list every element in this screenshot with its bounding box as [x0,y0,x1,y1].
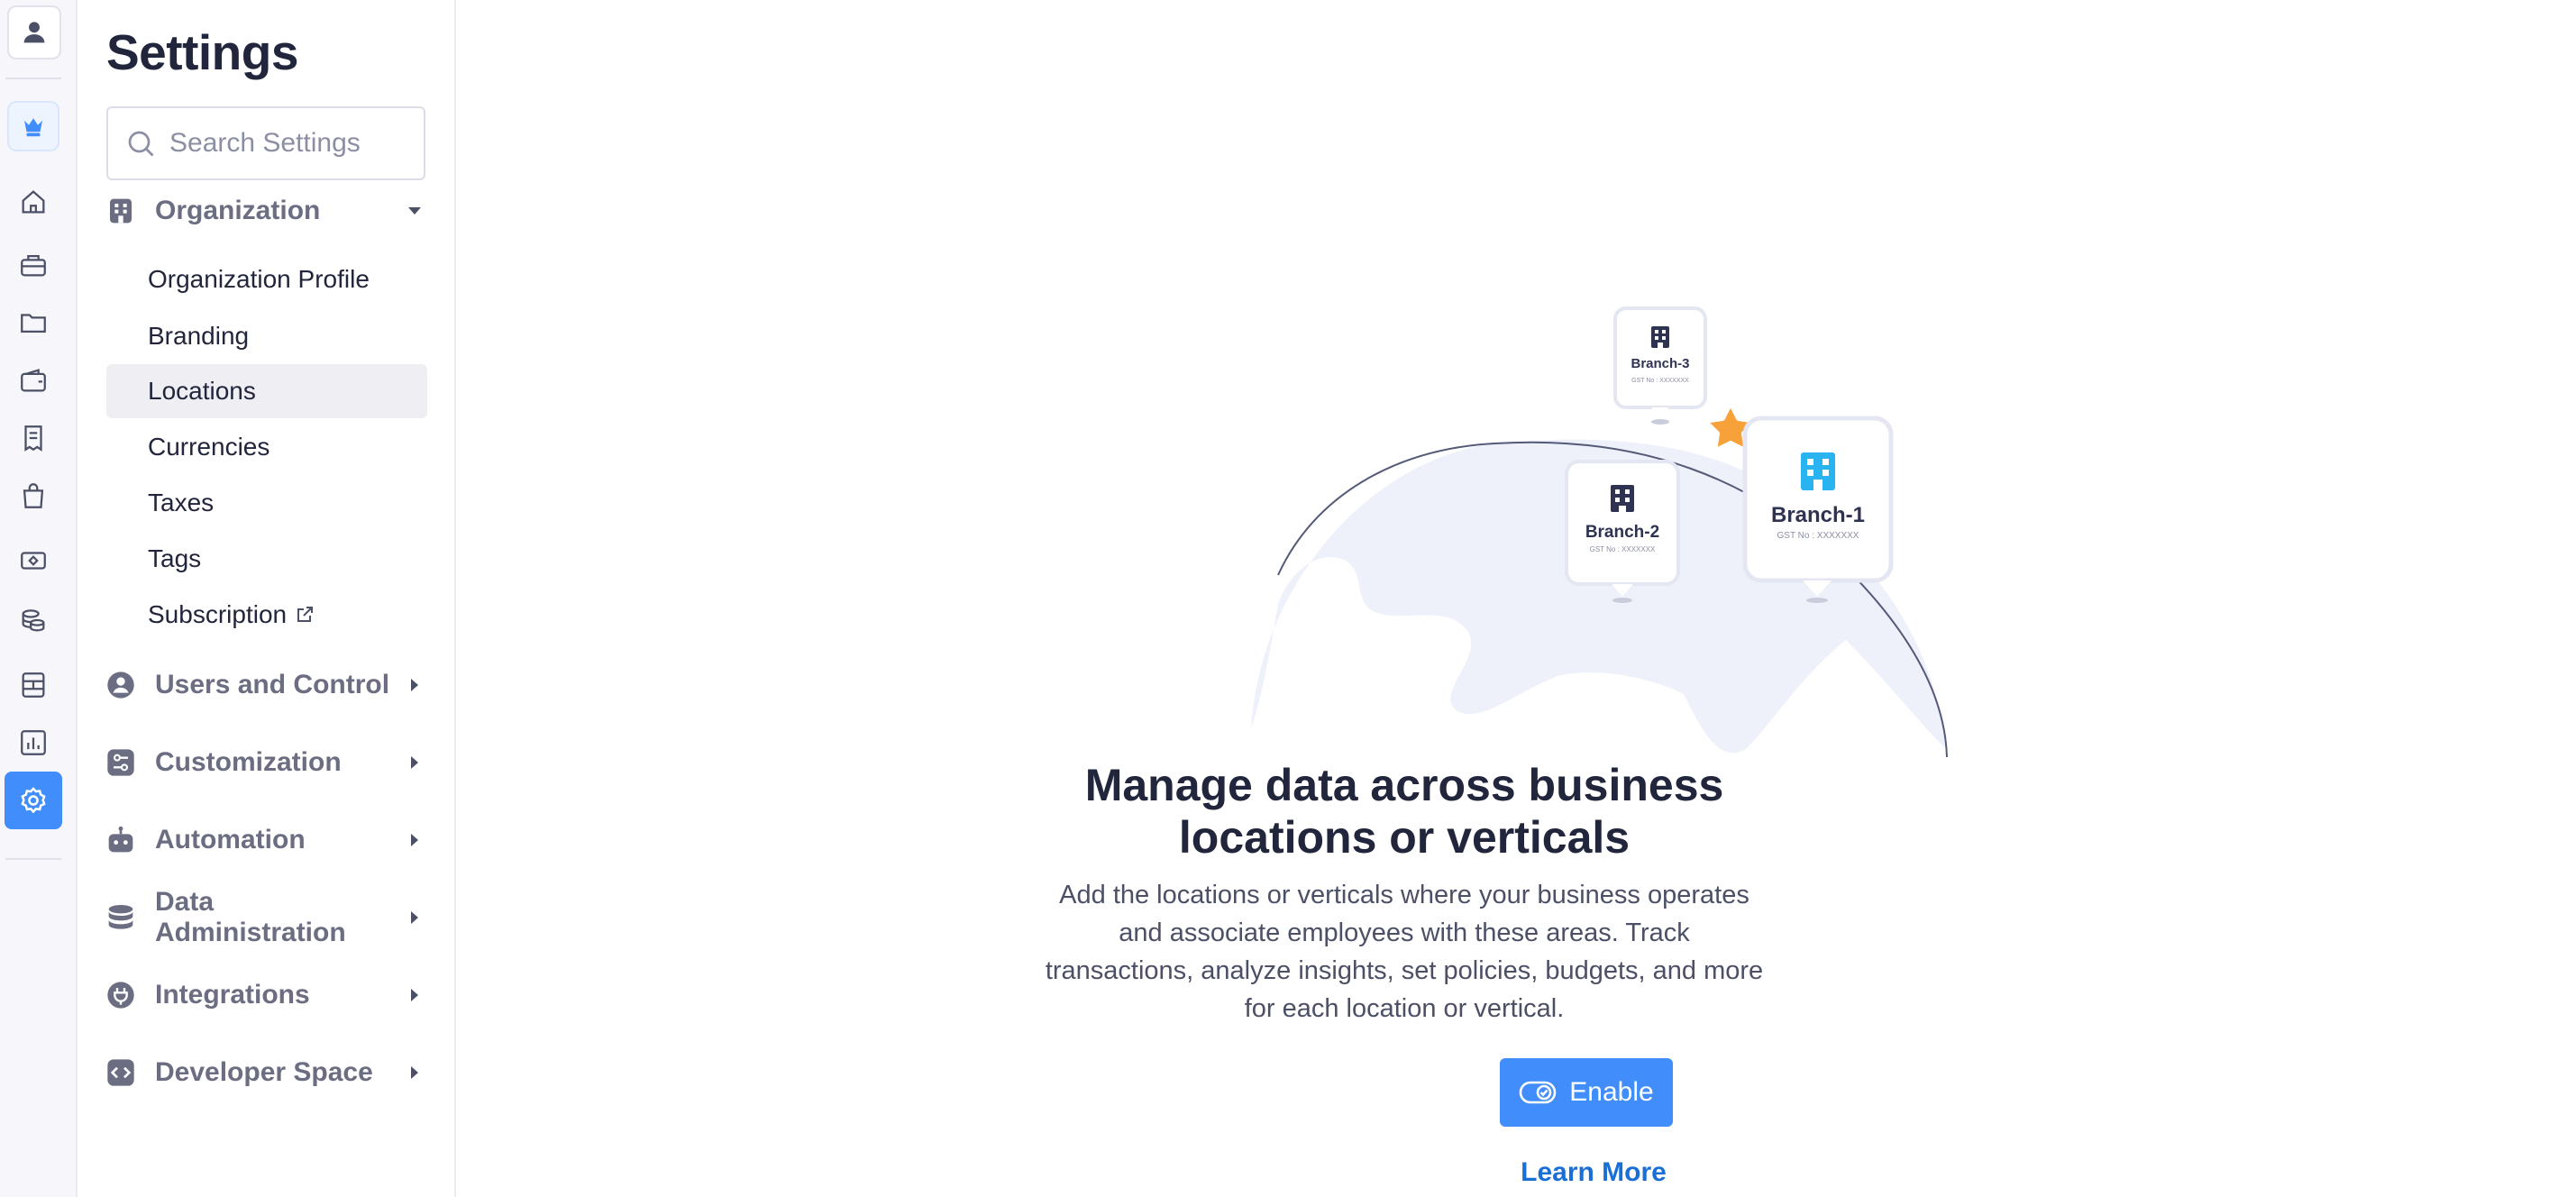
enable-label: Enable [1569,1077,1654,1107]
caret-right-icon [411,1066,418,1079]
settings-sidebar: Settings Organization Organization Profi… [78,0,456,1197]
sidebar-item-organization-profile[interactable]: Organization Profile [106,252,427,306]
user-circle-icon [107,672,134,699]
group-data-administration[interactable]: Data Administration [106,887,427,947]
branch-name: Branch-2 [1585,523,1659,542]
search-icon [128,131,154,157]
reports-icon[interactable] [5,714,62,772]
caret-right-icon [411,989,418,1001]
search-input[interactable] [169,128,413,159]
app-icon-rail [0,0,78,1197]
rail-divider [5,858,61,860]
code-icon [107,1059,134,1086]
briefcase-icon[interactable] [5,236,62,294]
building-icon [1801,452,1835,490]
coins-icon[interactable] [5,591,62,649]
shopping-bag-icon[interactable] [5,467,62,525]
branch-2-card: Branch-2 GST No : XXXXXXX [1565,460,1680,603]
premium-badge[interactable] [7,101,59,151]
group-users-and-control[interactable]: Users and Control [106,658,427,712]
sidebar-item-label: Organization Profile [148,265,370,293]
group-label: Organization [155,196,321,225]
group-label: Automation [155,825,306,854]
building-icon [1651,326,1669,348]
crown-icon [24,118,42,137]
search-box[interactable] [106,106,425,180]
group-label: Developer Space [155,1057,373,1087]
folder-icon[interactable] [5,294,62,352]
sliders-icon [107,749,134,776]
building-icon [110,198,132,224]
branch-name: Branch-3 [1631,356,1689,371]
caret-right-icon [411,911,418,924]
sidebar-item-locations[interactable]: Locations [106,364,427,418]
page-title: Settings [106,24,298,80]
sidebar-item-tags[interactable]: Tags [106,532,427,586]
empty-state-description: Add the locations or verticals where you… [1045,881,1764,1023]
group-automation[interactable]: Automation [106,813,427,867]
sidebar-item-taxes[interactable]: Taxes [106,476,427,530]
user-avatar[interactable] [7,5,61,59]
ledger-icon[interactable] [5,656,62,714]
branch-3-card: Branch-3 GST No : XXXXXXX [1613,306,1707,425]
database-icon [108,905,133,929]
branch-1-card: Branch-1 GST No : XXXXXXX [1742,416,1894,603]
branch-name: Branch-1 [1771,503,1865,527]
group-customization[interactable]: Customization [106,736,427,790]
sidebar-item-label: Locations [148,377,256,405]
sidebar-item-label: Branding [148,322,250,350]
user-icon [23,22,45,43]
settings-icon[interactable] [5,772,62,829]
external-link-icon [297,607,314,622]
receipt-icon[interactable] [5,409,62,467]
empty-state-headline: Manage data across business locations or… [1084,760,1724,863]
group-label: Data Administration [155,887,346,947]
caret-down-icon [408,207,421,215]
group-label: Users and Control [155,670,390,699]
sidebar-item-label: Tags [148,544,202,572]
branch-gst: GST No : XXXXXXX [1590,545,1656,553]
building-icon [1611,485,1634,512]
enable-button[interactable]: Enable [1500,1058,1673,1127]
sidebar-item-subscription[interactable]: Subscription [106,588,427,642]
group-integrations[interactable]: Integrations [106,968,427,1022]
group-developer-space[interactable]: Developer Space [106,1046,427,1100]
sidebar-item-label: Subscription [148,600,288,628]
wallet-icon[interactable] [5,352,62,409]
caret-right-icon [411,756,418,769]
rail-divider [5,78,61,79]
sidebar-item-label: Taxes [148,489,215,516]
sidebar-item-label: Currencies [148,433,270,461]
branch-gst: GST No : XXXXXXX [1777,531,1859,541]
branch-gst: GST No : XXXXXXX [1631,378,1689,384]
group-label: Customization [155,747,342,777]
toggle-check-icon [1519,1081,1557,1104]
group-label: Integrations [155,980,310,1010]
home-icon[interactable] [5,173,62,231]
branches-globe-illustration: Branch-3 GST No : XXXXXXX Branch-2 GST N… [1251,306,1948,757]
plug-icon [107,982,134,1009]
learn-more-link[interactable]: Learn More [1449,1157,1738,1188]
locations-empty-state: Branch-3 GST No : XXXXXXX Branch-2 GST N… [458,0,2576,1197]
robot-icon [108,826,133,853]
sidebar-item-currencies[interactable]: Currencies [106,420,427,474]
sidebar-item-branding[interactable]: Branding [106,309,427,363]
group-organization[interactable]: Organization [106,184,427,238]
caret-right-icon [411,834,418,846]
caret-right-icon [411,679,418,691]
cash-icon[interactable] [5,532,62,589]
